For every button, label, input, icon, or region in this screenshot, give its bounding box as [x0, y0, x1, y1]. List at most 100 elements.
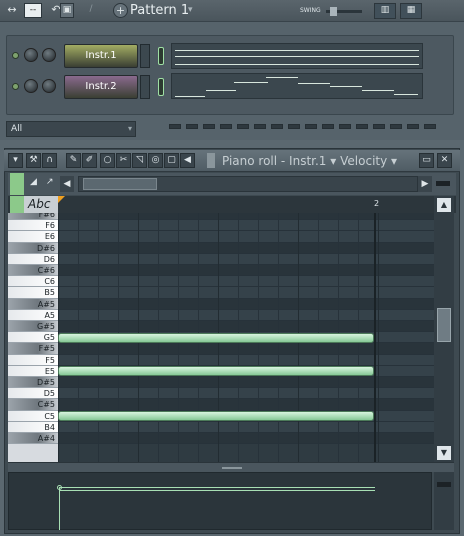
step-indicator[interactable]	[407, 124, 419, 129]
note[interactable]	[58, 411, 374, 422]
piano-key[interactable]: A#5	[8, 298, 58, 310]
ruler-tool-icon[interactable]: ◢	[30, 177, 42, 189]
menu-icon[interactable]: ▾	[8, 153, 23, 168]
channel-button-instr2[interactable]: Instr.2	[64, 75, 138, 99]
magnet-icon[interactable]: ∩	[42, 153, 57, 168]
channel-led[interactable]	[12, 52, 19, 59]
piano-key[interactable]: F#6	[8, 213, 58, 221]
step-indicator[interactable]	[339, 124, 351, 129]
velocity-lane[interactable]	[8, 472, 432, 530]
mute-icon[interactable]: ○	[100, 153, 115, 168]
play-arrow-icon[interactable]	[207, 153, 215, 168]
select-icon[interactable]: ◹	[132, 153, 147, 168]
piano-key[interactable]: D5	[8, 388, 58, 400]
channel-slot[interactable]	[140, 75, 150, 99]
piano-keys-icon[interactable]: ▦	[400, 3, 422, 19]
channel-select[interactable]	[158, 78, 164, 96]
velocity-handle[interactable]	[57, 485, 62, 490]
step-indicator[interactable]	[322, 124, 334, 129]
velocity-target[interactable]: Velocity	[340, 154, 387, 168]
velocity-zoom-handle[interactable]	[437, 482, 451, 487]
scroll-right-button[interactable]: ▶	[418, 176, 432, 192]
zoom-icon[interactable]: ◎	[148, 153, 163, 168]
piano-key[interactable]: F5	[8, 354, 58, 366]
volume-knob[interactable]	[42, 79, 56, 93]
piano-key[interactable]: E5	[8, 365, 58, 377]
channel-led[interactable]	[12, 83, 19, 90]
pointer-tool-icon[interactable]: ↗	[46, 177, 58, 189]
step-indicator[interactable]	[271, 124, 283, 129]
horizontal-scrollbar[interactable]	[78, 176, 418, 192]
dash-button[interactable]: --	[24, 3, 42, 18]
scroll-up-button[interactable]: ▲	[437, 198, 451, 212]
piano-key[interactable]: C#5	[8, 399, 58, 411]
step-indicator[interactable]	[390, 124, 402, 129]
channel-select[interactable]	[158, 47, 164, 65]
step-indicator[interactable]	[356, 124, 368, 129]
step-indicator[interactable]	[424, 124, 436, 129]
piano-key[interactable]: C5	[8, 410, 58, 422]
velocity-level[interactable]	[59, 487, 375, 491]
channel-slot[interactable]	[140, 44, 150, 68]
channel-button-instr1[interactable]: Instr.1	[64, 44, 138, 68]
vertical-scrollbar[interactable]: ▲ ▼	[434, 196, 454, 462]
pan-knob[interactable]	[24, 48, 38, 62]
slice-icon[interactable]: ✂	[116, 153, 131, 168]
step-indicator[interactable]	[186, 124, 198, 129]
piano-key[interactable]: D6	[8, 253, 58, 265]
time-ruler[interactable]: Abc 2	[8, 196, 456, 213]
step-indicator[interactable]	[254, 124, 266, 129]
piano-key[interactable]: B4	[8, 421, 58, 433]
green-tab[interactable]	[10, 173, 24, 195]
maximize-icon[interactable]: ▭	[419, 153, 434, 168]
piano-key[interactable]: A5	[8, 309, 58, 321]
piano-key[interactable]: C#6	[8, 265, 58, 277]
piano-keyboard[interactable]: F#6 F6 E6 D#6 D6 C#6 C6 B5 A#5 A5 G#5 G5 F#5 F5 E5 D#5 D…	[8, 213, 58, 462]
piano-preview[interactable]	[171, 43, 423, 69]
piano-key[interactable]: C6	[8, 276, 58, 288]
volume-knob[interactable]	[42, 48, 56, 62]
pencil-icon[interactable]: ✎	[66, 153, 81, 168]
note-grid[interactable]	[58, 213, 434, 462]
pattern-dropdown-icon[interactable]: ▾	[188, 5, 193, 15]
piano-key[interactable]: F#5	[8, 343, 58, 355]
step-indicator[interactable]	[305, 124, 317, 129]
note[interactable]	[58, 366, 374, 377]
arrows-icon[interactable]: ↔	[4, 3, 20, 18]
piano-preview[interactable]	[171, 73, 423, 99]
scroll-down-button[interactable]: ▼	[437, 446, 451, 460]
step-indicator[interactable]	[169, 124, 181, 129]
velocity-stem[interactable]	[59, 487, 60, 530]
snap-icon[interactable]: ▣	[60, 3, 74, 18]
vertical-scroll-thumb[interactable]	[437, 308, 451, 342]
piano-key[interactable]: G#5	[8, 321, 58, 333]
piano-roll-label[interactable]: Piano roll - Instr.1 ▾ Velocity ▾	[222, 153, 397, 169]
piano-key[interactable]: D#6	[8, 242, 58, 254]
piano-key[interactable]: D#5	[8, 377, 58, 389]
brush-icon[interactable]: ✐	[82, 153, 97, 168]
piano-key[interactable]: E6	[8, 231, 58, 243]
close-icon[interactable]: ✕	[437, 153, 452, 168]
piano-key[interactable]: A#4	[8, 433, 58, 445]
step-indicator[interactable]	[373, 124, 385, 129]
piano-key[interactable]: G5	[8, 332, 58, 344]
step-indicator[interactable]	[288, 124, 300, 129]
piano-key[interactable]: B5	[8, 287, 58, 299]
note[interactable]	[58, 332, 374, 343]
playback-icon[interactable]: ▢	[164, 153, 179, 168]
step-indicator[interactable]	[203, 124, 215, 129]
pattern-name[interactable]: Pattern 1	[130, 2, 189, 20]
swing-slider[interactable]	[326, 7, 362, 16]
scroll-left-button[interactable]: ◀	[60, 176, 74, 192]
channel-filter-select[interactable]: All ▾	[6, 121, 136, 137]
step-sequencer-icon[interactable]: ▥	[374, 3, 396, 19]
pan-knob[interactable]	[24, 79, 38, 93]
step-indicator[interactable]	[220, 124, 232, 129]
splitter[interactable]	[8, 462, 454, 472]
wrench-icon[interactable]: ⚒	[26, 153, 41, 168]
step-indicator[interactable]	[237, 124, 249, 129]
playhead-marker[interactable]	[58, 196, 65, 203]
zoom-handle[interactable]	[436, 181, 450, 186]
add-pattern-icon[interactable]: +	[113, 3, 128, 18]
piano-key[interactable]: F6	[8, 220, 58, 232]
